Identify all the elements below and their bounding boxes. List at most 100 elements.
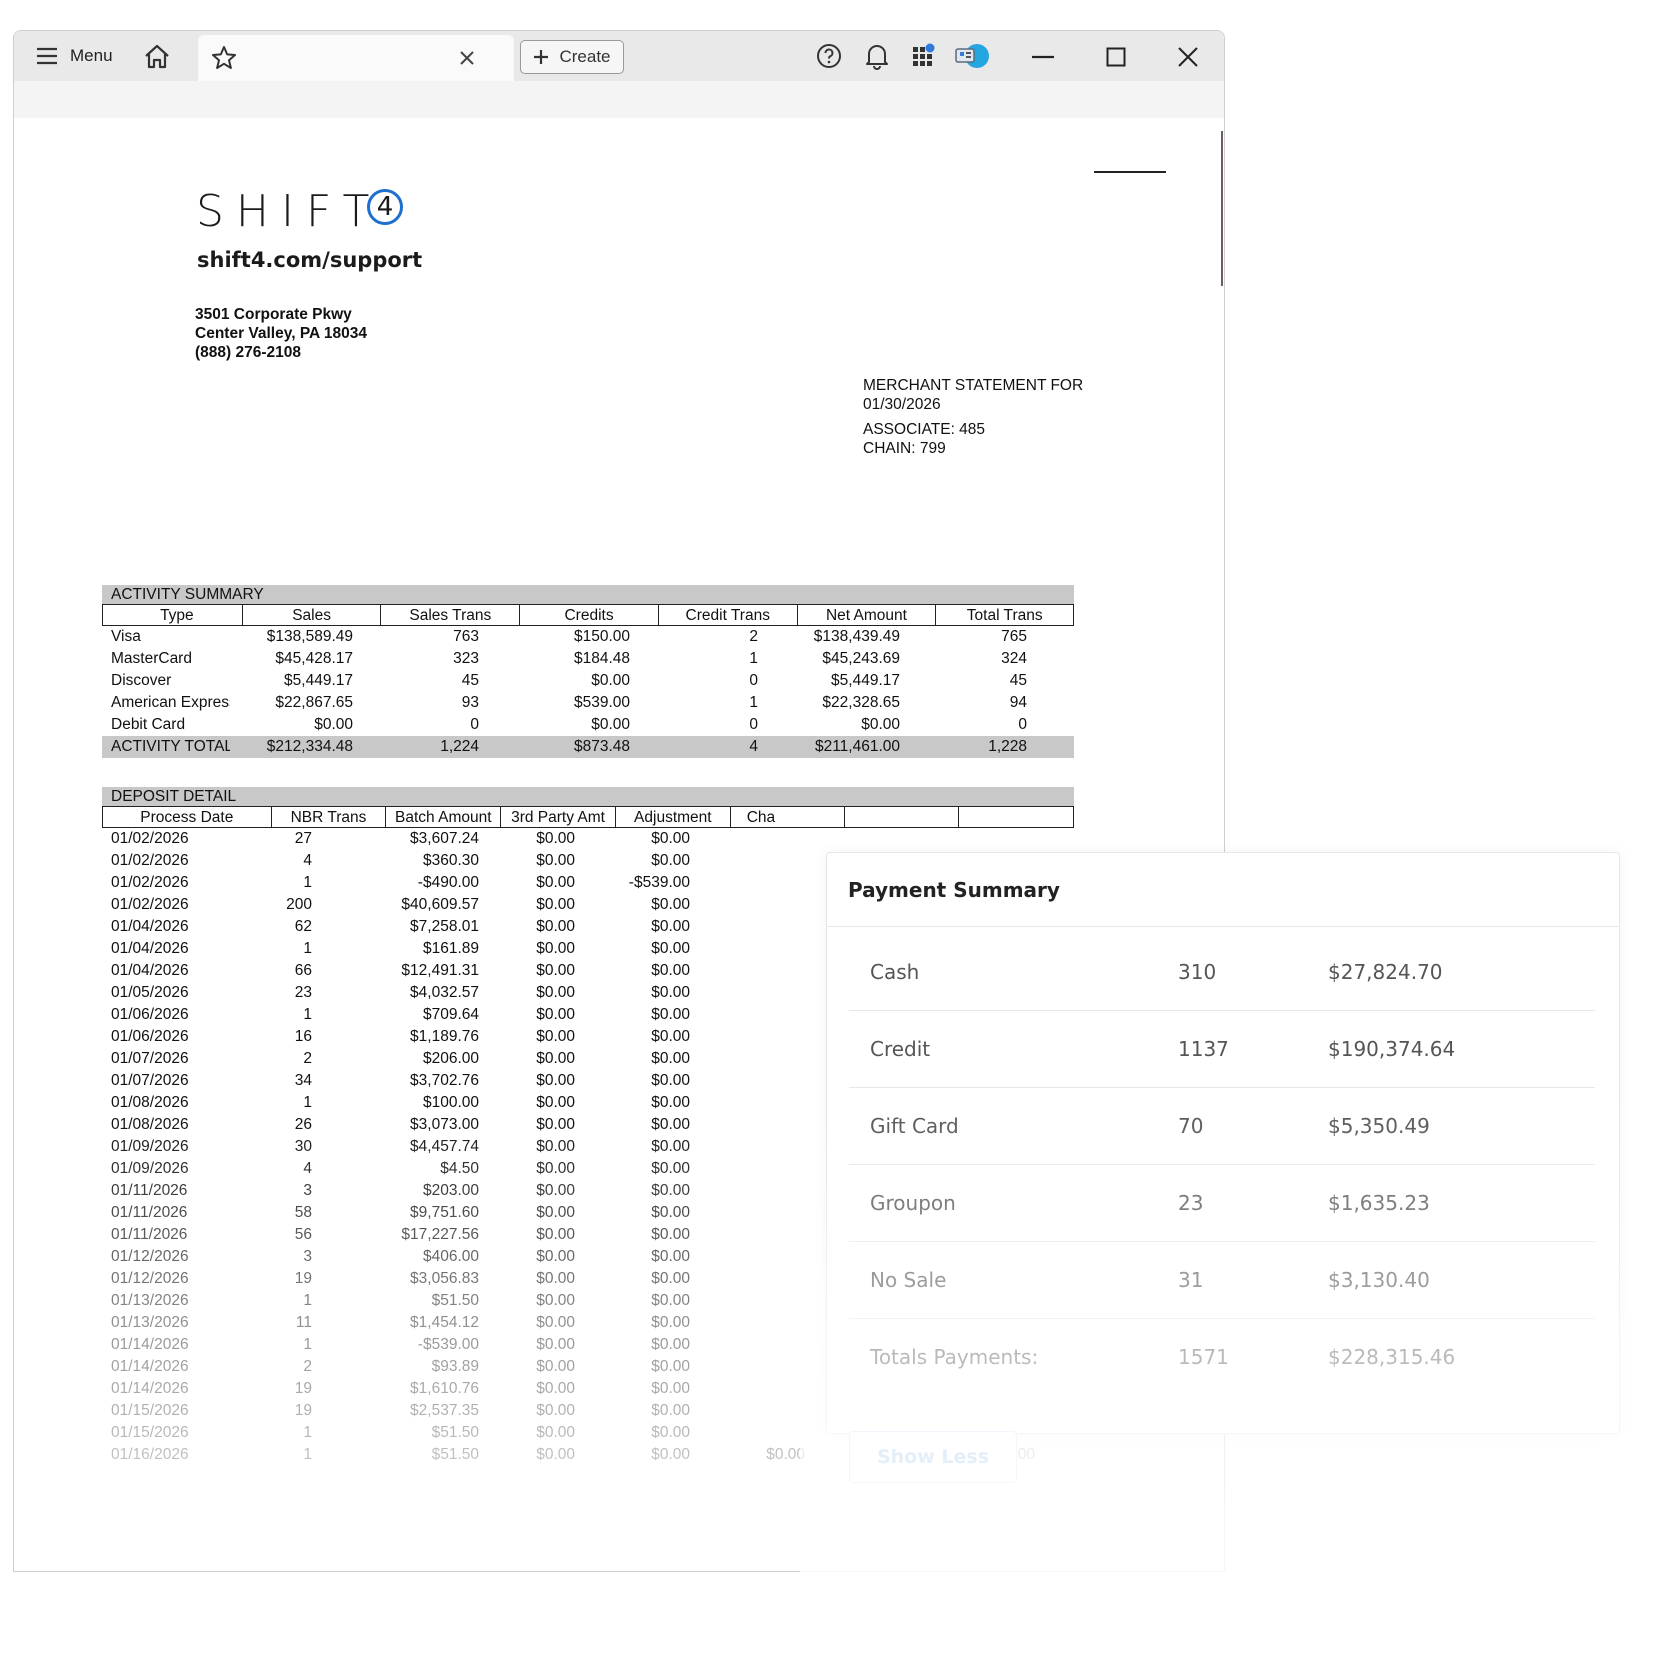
show-less-button[interactable]: Show Less [849, 1431, 1017, 1483]
home-button[interactable] [141, 40, 173, 72]
apps-button[interactable] [909, 40, 939, 72]
table-cell: $0.00 [651, 1138, 690, 1155]
table-cell: $0.00 [536, 1072, 575, 1089]
table-cell: 01/08/2026 [111, 1116, 189, 1133]
payment-cell: 1571 [1178, 1345, 1229, 1369]
table-cell: $0.00 [536, 1270, 575, 1287]
table-cell: 01/16/2026 [111, 1446, 189, 1463]
address-line: Center Valley, PA 18034 [195, 325, 368, 342]
table-cell: $5,449.17 [831, 672, 900, 689]
table-cell: 30 [294, 1138, 312, 1155]
maximize-icon [1106, 47, 1126, 67]
column-header: Sales Trans [380, 605, 519, 625]
table-cell: $0.00 [651, 830, 690, 847]
menu-label: Menu [70, 46, 113, 65]
table-cell: $0.00 [591, 716, 630, 733]
table-cell: 1 [303, 940, 312, 957]
table-cell: $0.00 [536, 1138, 575, 1155]
logo-text: SHIFT [196, 186, 382, 237]
table-cell: $0.00 [651, 1226, 690, 1243]
create-button[interactable]: Create [520, 40, 624, 74]
merchant-info: MERCHANT STATEMENT FOR 01/30/2026 ASSOCI… [863, 376, 1083, 458]
table-cell: 0 [749, 716, 758, 733]
menu-button[interactable]: Menu [36, 41, 113, 71]
table-cell: $0.00 [651, 1050, 690, 1067]
column-header [958, 807, 1073, 827]
table-cell: 1 [303, 1292, 312, 1309]
table-cell: $51.50 [431, 1292, 479, 1309]
table-cell: $138,439.49 [813, 628, 900, 645]
close-button[interactable] [1168, 39, 1208, 75]
maximize-button[interactable] [1096, 39, 1136, 75]
table-row: American Express $22,867.65 93 $539.00 1 $22,… [102, 692, 1074, 714]
column-header: 3rd Party Amt [500, 807, 615, 827]
table-cell: $0.00 [651, 1292, 690, 1309]
table-cell: 01/06/2026 [111, 1028, 189, 1045]
table-cell: 01/02/2026 [111, 896, 189, 913]
table-cell: 763 [453, 628, 479, 645]
table-cell: $93.89 [431, 1358, 479, 1375]
table-cell: 62 [294, 918, 312, 935]
table-cell: 1 [303, 1094, 312, 1111]
table-cell: $0.00 [536, 1446, 575, 1463]
payment-cell: Cash [870, 960, 920, 984]
table-cell: $0.00 [536, 1402, 575, 1419]
table-cell: $0.00 [536, 1226, 575, 1243]
scrollbar-thumb[interactable] [1221, 131, 1223, 286]
close-tab-icon[interactable] [460, 51, 474, 65]
table-cell: $0.00 [536, 918, 575, 935]
signature-line [1094, 171, 1166, 173]
column-header: Cha [729, 807, 844, 827]
table-cell: $360.30 [422, 852, 479, 869]
payment-row: Cash 310 $27,824.70 [849, 934, 1595, 1011]
table-row: MasterCard $45,428.17 323 $184.48 1 $45,243.6… [102, 648, 1074, 670]
create-label: Create [559, 47, 611, 66]
table-cell: 58 [294, 1204, 312, 1221]
profile-button[interactable] [952, 40, 992, 72]
star-icon[interactable] [210, 44, 238, 72]
table-cell: Debit Card [111, 716, 186, 733]
table-row: 01/02/2026 27 $3,607.24 $0.00 $0.00 [102, 828, 1074, 850]
column-header: Credit Trans [657, 605, 797, 625]
table-cell: 01/12/2026 [111, 1248, 189, 1265]
column-header: NBR Trans [270, 807, 386, 827]
table-cell: $0.00 [651, 1182, 690, 1199]
payment-rows: Cash 310 $27,824.70 Credit 1137 $190,374.64 Gi… [849, 934, 1595, 1395]
table-cell: 1,228 [988, 738, 1027, 755]
table-cell: $4,457.74 [410, 1138, 479, 1155]
table-cell: $0.00 [651, 1336, 690, 1353]
table-cell: 01/14/2026 [111, 1358, 189, 1375]
payment-cell: 31 [1178, 1268, 1204, 1292]
notifications-button[interactable] [862, 40, 892, 72]
table-cell: -$539.00 [417, 1336, 479, 1353]
payment-row: Gift Card 70 $5,350.49 [849, 1088, 1595, 1165]
table-cell: $0.00 [861, 716, 900, 733]
table-cell: $7,258.01 [410, 918, 479, 935]
table-cell: $0.00 [651, 1006, 690, 1023]
table-cell: $0.00 [536, 940, 575, 957]
table-cell: $0.00 [536, 852, 575, 869]
activity-summary: ACTIVITY SUMMARY Type Sales Sales Trans Cre… [102, 585, 1074, 758]
minimize-button[interactable] [1023, 39, 1063, 75]
payment-cell: Groupon [870, 1191, 956, 1215]
table-cell: -$490.00 [417, 874, 479, 891]
table-cell: 1,224 [440, 738, 479, 755]
help-icon [816, 43, 842, 69]
table-cell: 01/04/2026 [111, 962, 189, 979]
table-cell: 324 [1001, 650, 1027, 667]
table-cell: 1 [749, 650, 758, 667]
table-cell: $0.00 [536, 1006, 575, 1023]
table-cell: 765 [1001, 628, 1027, 645]
browser-tab[interactable] [198, 35, 514, 81]
table-row: Visa $138,589.49 763 $150.00 2 $138,439.49 765 [102, 626, 1074, 648]
table-cell: $1,189.76 [410, 1028, 479, 1045]
table-cell: 16 [294, 1028, 312, 1045]
address-line: 3501 Corporate Pkwy [195, 306, 352, 323]
table-cell: $0.00 [536, 1380, 575, 1397]
table-cell: 01/11/2026 [111, 1204, 188, 1221]
table-cell: 01/04/2026 [111, 940, 189, 957]
help-button[interactable] [814, 41, 844, 71]
table-cell: 23 [294, 984, 312, 1001]
table-cell: $0.00 [536, 962, 575, 979]
table-cell: 26 [294, 1116, 312, 1133]
